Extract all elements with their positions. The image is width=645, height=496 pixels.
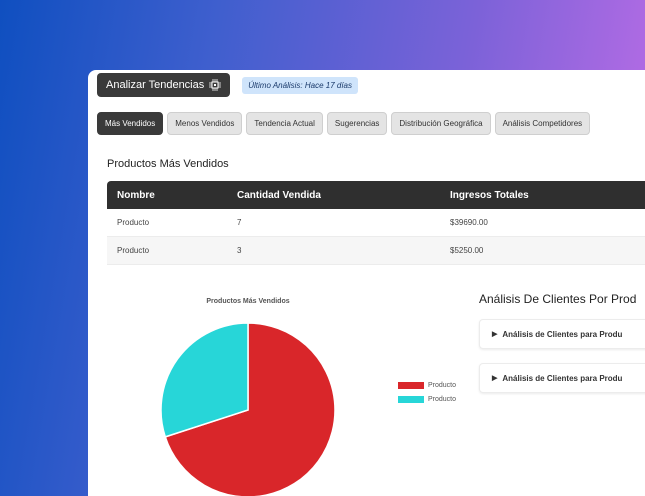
cell-name: Producto [117, 218, 150, 227]
cell-quantity: 7 [237, 218, 242, 227]
tab-suggestions[interactable]: Sugerencias [326, 112, 388, 135]
analyze-trends-label: Analizar Tendencias [106, 79, 205, 91]
cell-name: Producto [117, 246, 150, 255]
cell-revenue: $5250.00 [450, 246, 484, 255]
expand-triangle-icon: ▶ [492, 375, 498, 382]
chart-legend: Producto Producto [398, 378, 456, 406]
tab-geographic-distribution[interactable]: Distribución Geográfica [391, 112, 491, 135]
toolbar: Analizar Tendencias Último Análisis: Hac… [97, 73, 358, 97]
cell-revenue: $39690.00 [450, 218, 488, 227]
tab-current-trend[interactable]: Tendencia Actual [246, 112, 323, 135]
analyze-trends-button[interactable]: Analizar Tendencias [97, 73, 231, 97]
table-row: Producto 7 $39690.00 [107, 209, 645, 237]
last-analysis-badge: Último Análisis: Hace 17 días [242, 76, 358, 94]
table-header: Nombre Cantidad Vendida Ingresos Totales [107, 181, 645, 209]
tab-best-sellers[interactable]: Más Vendidos [97, 112, 164, 135]
accordion-label: Análisis de Clientes para Produ [502, 373, 623, 383]
legend-swatch [398, 381, 424, 389]
cell-quantity: 3 [237, 246, 242, 255]
customer-analysis-accordion[interactable]: ▶ Análisis de Clientes para Produ [479, 363, 645, 393]
accordion-label: Análisis de Clientes para Produ [502, 329, 623, 339]
legend-label: Producto [428, 381, 457, 389]
products-table: Nombre Cantidad Vendida Ingresos Totales… [107, 181, 645, 265]
expand-triangle-icon: ▶ [492, 331, 498, 338]
pie-chart: Productos Más Vendidos Producto Producto [148, 292, 468, 496]
legend-swatch [398, 395, 424, 403]
tab-bar: Más Vendidos Menos Vendidos Tendencia Ac… [97, 112, 591, 135]
legend-label: Producto [428, 395, 457, 403]
legend-item: Producto [398, 378, 456, 392]
customer-analysis-title: Análisis De Clientes Por Prod [479, 292, 637, 306]
pie-svg [160, 322, 336, 496]
column-header-quantity: Cantidad Vendida [237, 189, 321, 201]
customer-analysis-accordion[interactable]: ▶ Análisis de Clientes para Produ [479, 319, 645, 349]
chip-icon [209, 79, 222, 91]
table-row: Producto 3 $5250.00 [107, 237, 645, 265]
main-panel: Analizar Tendencias Último Análisis: Hac… [88, 70, 645, 496]
legend-item: Producto [398, 392, 456, 406]
tab-least-sold[interactable]: Menos Vendidos [167, 112, 243, 135]
section-title: Productos Más Vendidos [107, 158, 229, 170]
column-header-name: Nombre [117, 189, 155, 201]
tab-competitor-analysis[interactable]: Análisis Competidores [494, 112, 591, 135]
column-header-revenue: Ingresos Totales [450, 189, 529, 201]
